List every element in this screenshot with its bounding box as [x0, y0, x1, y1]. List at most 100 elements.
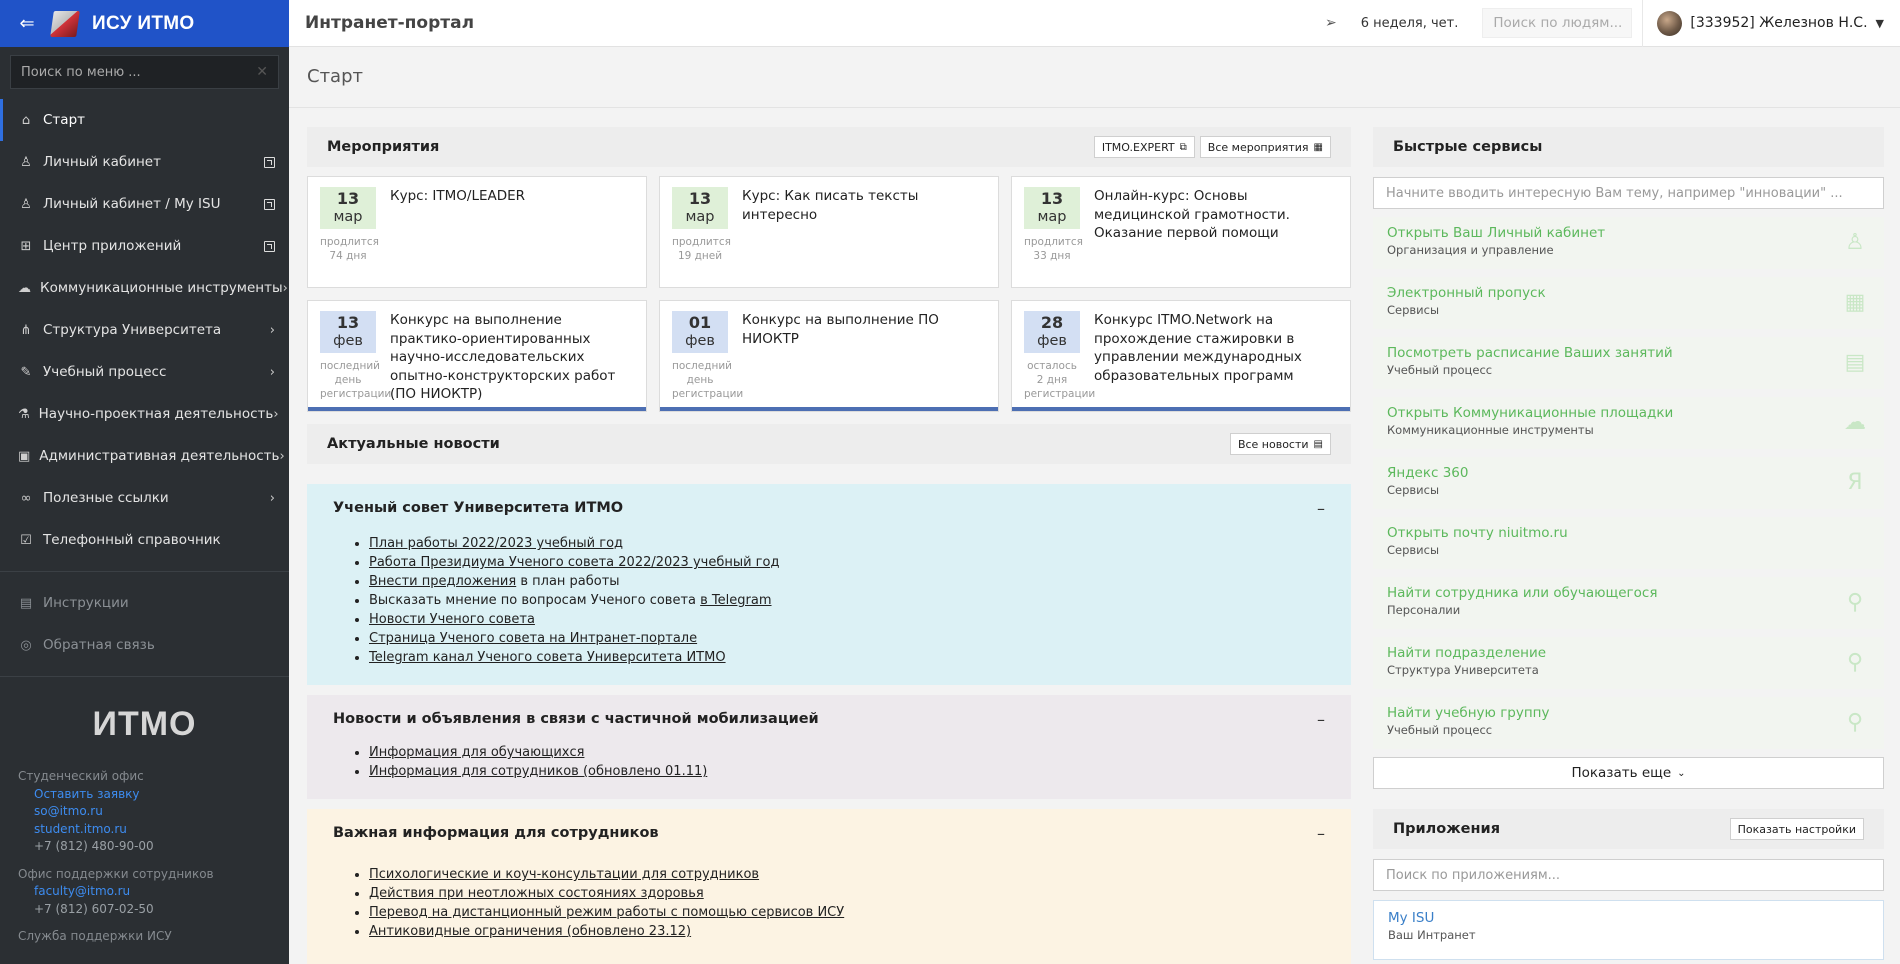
date-badge: 13 фев — [320, 311, 376, 353]
day: 01 — [688, 313, 712, 332]
event-card[interactable]: 13 мар продлится 33 дня Онлайн-курс: Основы… — [1011, 176, 1351, 288]
nav-start[interactable]: ⌂ Старт — [0, 99, 289, 141]
nav-research[interactable]: ⚗ Научно-проектная деятельность › — [0, 393, 289, 435]
external-link-icon — [264, 240, 275, 252]
faculty-email-link[interactable]: faculty@itmo.ru — [18, 883, 271, 901]
nav-instructions[interactable]: ▤ Инструкции — [0, 582, 289, 624]
news-title: Актуальные новости — [327, 436, 500, 452]
meta-line: 2 дня регистрации — [1024, 374, 1096, 400]
news-header: Актуальные новости Все новости ▤ — [307, 424, 1351, 464]
page-title: Старт — [307, 66, 363, 87]
news-link[interactable]: Внести предложения — [369, 574, 516, 589]
quick-service-category: Персоналии — [1387, 603, 1461, 617]
event-card[interactable]: 13 мар продлится 19 дней Курс: Как писать т… — [659, 176, 999, 288]
menu-search-input[interactable] — [21, 64, 241, 80]
submit-request-link[interactable]: Оставить заявку — [18, 786, 271, 804]
staff-office-heading: Офис поддержки сотрудников — [18, 866, 214, 881]
news-link[interactable]: Информация для обучающихся — [369, 745, 584, 760]
book-icon: ▤ — [19, 595, 33, 611]
people-search-input[interactable]: Поиск по людям... — [1482, 8, 1633, 38]
news-list: Психологические и коуч-консультации для … — [369, 865, 1325, 941]
news-block-header[interactable]: Ученый совет Университета ИТМО – — [333, 496, 1325, 520]
button-label: Показать еще — [1571, 765, 1672, 781]
news-link[interactable]: Информация для сотрудников (обновлено 01… — [369, 764, 707, 779]
nav-my-isu[interactable]: ♙ Личный кабинет / My ISU — [0, 183, 289, 225]
apps-header: Приложения Показать настройки — [1373, 809, 1884, 849]
news-link[interactable]: Telegram канал Ученого совета Университе… — [369, 650, 726, 665]
news-link[interactable]: Работа Президиума Ученого совета 2022/20… — [369, 555, 779, 570]
nav-label: Обратная связь — [43, 637, 155, 653]
divider — [0, 676, 289, 677]
event-meta: последний день регистрации — [672, 359, 743, 401]
quick-service-item[interactable]: Найти подразделение Структура Университет… — [1373, 637, 1884, 689]
nav-personal-cabinet[interactable]: ♙ Личный кабинет — [0, 141, 289, 183]
show-settings-button[interactable]: Показать настройки — [1729, 818, 1864, 840]
event-card[interactable]: 28 фев осталось 2 дня регистрации Конкурс I… — [1011, 300, 1351, 412]
app-card[interactable]: My ISU Ваш Интранет — [1373, 900, 1884, 960]
clear-icon[interactable]: ✕ — [256, 64, 268, 80]
news-link[interactable]: Перевод на дистанционный режим работы с … — [369, 905, 844, 920]
event-card[interactable]: 13 мар продлится 74 дня Курс: ITMO/LEADER — [307, 176, 647, 288]
news-block-header[interactable]: Важная информация для сотрудников – — [333, 821, 1325, 845]
news-link[interactable]: в Telegram — [700, 593, 771, 608]
quick-services-search-input[interactable]: Начните вводить интересную Вам тему, нап… — [1373, 177, 1884, 209]
nav-communication-tools[interactable]: ☁ Коммуникационные инструменты › — [0, 267, 289, 309]
quick-service-item[interactable]: Найти сотрудника или обучающегося Персона… — [1373, 577, 1884, 629]
nav-label: Инструкции — [43, 595, 129, 611]
news-link[interactable]: Антиковидные ограничения (обновлено 23.1… — [369, 924, 691, 939]
news-link[interactable]: Страница Ученого совета на Интранет-порт… — [369, 631, 697, 646]
news-link[interactable]: Новости Ученого совета — [369, 612, 535, 627]
date-badge: 13 мар — [672, 187, 728, 229]
show-more-button[interactable]: Показать еще ⌄ — [1373, 757, 1884, 789]
news-block-title: Ученый совет Университета ИТМО — [333, 500, 624, 516]
student-site-link[interactable]: student.itmo.ru — [18, 821, 271, 839]
quick-service-item[interactable]: Яндекс 360 Сервисы Я — [1373, 457, 1884, 509]
chevron-right-icon: › — [269, 490, 275, 506]
quick-service-item[interactable]: Открыть почту niuitmo.ru Сервисы — [1373, 517, 1884, 569]
news-link[interactable]: Действия при неотложных состояниях здоро… — [369, 886, 704, 901]
quick-service-item[interactable]: Найти учебную группу Учебный процесс ⚲ — [1373, 697, 1884, 749]
collapse-icon[interactable]: – — [1317, 499, 1325, 518]
apps-search-input[interactable]: Поиск по приложениям... — [1373, 859, 1884, 891]
quick-service-title: Электронный пропуск — [1387, 285, 1546, 301]
quick-service-item[interactable]: Электронный пропуск Сервисы ▦ — [1373, 277, 1884, 329]
nav-useful-links[interactable]: ∞ Полезные ссылки › — [0, 477, 289, 519]
news-link[interactable]: Психологические и коуч-консультации для … — [369, 867, 759, 882]
user-menu[interactable]: [333952] Железнов Н.С. ▼ — [1642, 0, 1900, 47]
itmo-expert-button[interactable]: ITMO.EXPERT ⧉ — [1093, 136, 1195, 158]
itmo-logo: ИTMO — [92, 705, 197, 743]
collapse-icon[interactable]: – — [1317, 710, 1325, 729]
nav-education[interactable]: ✎ Учебный процесс › — [0, 351, 289, 393]
all-news-button[interactable]: Все новости ▤ — [1229, 433, 1331, 455]
all-events-button[interactable]: Все мероприятия ▦ — [1199, 136, 1331, 158]
brand-bar: ⇐ ИСУ ИТМО — [0, 0, 289, 47]
list-item: Информация для сотрудников (обновлено 01… — [369, 762, 1325, 781]
nav-app-center[interactable]: ⊞ Центр приложений — [0, 225, 289, 267]
month: мар — [333, 209, 363, 225]
nav-university-structure[interactable]: ⋔ Структура Университета › — [0, 309, 289, 351]
topbar: Интранет-портал ➢ 6 неделя, чет. Поиск п… — [289, 0, 1900, 47]
event-card[interactable]: 01 фев последний день регистрации Конкурс н… — [659, 300, 999, 412]
day: 13 — [688, 189, 712, 208]
nav-phonebook[interactable]: ☑ Телефонный справочник — [0, 519, 289, 561]
events-header: Мероприятия ITMO.EXPERT ⧉ Все мероприятия ▦ — [307, 127, 1351, 167]
button-label: ITMO.EXPERT — [1101, 140, 1175, 154]
nav-feedback[interactable]: ◎ Обратная связь — [0, 624, 289, 666]
list-item: Работа Президиума Ученого совета 2022/20… — [369, 553, 1325, 572]
flask-icon: ⚗ — [18, 406, 30, 422]
quick-service-item[interactable]: Открыть Коммуникационные площадки Коммуни… — [1373, 397, 1884, 449]
nav-administrative[interactable]: ▣ Административная деятельность › — [0, 435, 289, 477]
nav-label: Телефонный справочник — [43, 532, 221, 548]
quick-service-item[interactable]: Посмотреть расписание Ваших занятий Учебн… — [1373, 337, 1884, 389]
send-icon[interactable]: ➢ — [1325, 15, 1337, 31]
event-card[interactable]: 13 фев последний день регистрации Конкурс н… — [307, 300, 647, 412]
menu-toggle-icon[interactable]: ⇐ — [12, 9, 42, 39]
collapse-icon[interactable]: – — [1317, 824, 1325, 843]
menu-search[interactable]: ✕ — [10, 55, 279, 89]
quick-service-item[interactable]: Открыть Ваш Личный кабинет Организация и … — [1373, 217, 1884, 269]
news-link[interactable]: План работы 2022/2023 учебный год — [369, 536, 623, 551]
so-email-link[interactable]: so@itmo.ru — [18, 803, 271, 821]
date-badge: 13 мар — [320, 187, 376, 229]
event-date: 13 мар продлится 74 дня — [320, 187, 379, 277]
news-block-header[interactable]: Новости и объявления в связи с частичной… — [333, 707, 1325, 731]
